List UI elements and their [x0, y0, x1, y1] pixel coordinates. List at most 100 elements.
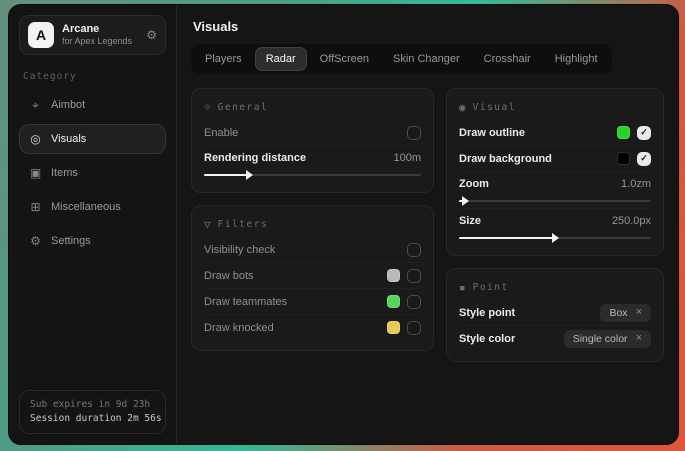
- desktop-background: A Arcane for Apex Legends ⚙ Category ⌖ A…: [0, 0, 685, 451]
- general-panel-header: ☼ General: [204, 95, 421, 120]
- tab-crosshair[interactable]: Crosshair: [473, 47, 542, 71]
- sidebar-item-aimbot[interactable]: ⌖ Aimbot: [19, 90, 166, 120]
- main-panel: Visuals Players Radar OffScreen Skin Cha…: [177, 5, 678, 444]
- visual-panel-header: ◉ Visual: [459, 95, 651, 120]
- sidebar-item-settings[interactable]: ⚙ Settings: [19, 226, 166, 256]
- size-label: Size: [459, 215, 481, 227]
- category-label: Category: [23, 71, 162, 82]
- draw-background-label: Draw background: [459, 153, 552, 165]
- tab-skin-changer[interactable]: Skin Changer: [382, 47, 471, 71]
- enable-row: Enable: [204, 120, 421, 145]
- sidebar: A Arcane for Apex Legends ⚙ Category ⌖ A…: [9, 5, 177, 444]
- style-color-select[interactable]: Single color ×: [564, 330, 651, 348]
- draw-teammates-color-swatch[interactable]: [387, 295, 400, 308]
- sidebar-nav: ⌖ Aimbot ◎ Visuals ▣ Items ⊞ Miscellaneo…: [19, 90, 166, 256]
- draw-outline-row: Draw outline: [459, 120, 651, 145]
- rendering-distance-slider[interactable]: [204, 174, 421, 176]
- main-header: Visuals: [177, 5, 678, 44]
- rendering-distance-control: Rendering distance 100m: [204, 145, 421, 182]
- draw-teammates-label: Draw teammates: [204, 296, 287, 308]
- enable-checkbox[interactable]: [407, 126, 421, 140]
- tab-highlight[interactable]: Highlight: [544, 47, 609, 71]
- radar-icon: ◎: [29, 132, 42, 146]
- session-duration-text: Session duration 2m 56s: [30, 412, 155, 426]
- visual-panel: ◉ Visual Draw outline Draw background: [446, 88, 664, 256]
- draw-bots-label: Draw bots: [204, 270, 254, 282]
- sun-icon: ☼: [204, 101, 211, 114]
- filters-panel-header: ▽ Filters: [204, 212, 421, 237]
- right-column: ◉ Visual Draw outline Draw background: [446, 88, 664, 362]
- content-grid: ☼ General Enable Rendering distance 100m: [177, 74, 678, 376]
- general-panel: ☼ General Enable Rendering distance 100m: [191, 88, 434, 193]
- tab-players[interactable]: Players: [194, 47, 253, 71]
- style-color-selected-value: Single color: [573, 333, 628, 345]
- zoom-label: Zoom: [459, 178, 489, 190]
- grid-icon: ⊞: [29, 200, 42, 214]
- visibility-check-label: Visibility check: [204, 244, 275, 256]
- draw-teammates-checkbox[interactable]: [407, 295, 421, 309]
- app-meta: Arcane for Apex Legends: [62, 23, 146, 47]
- dot-icon: ▪: [459, 281, 466, 294]
- draw-background-color-swatch[interactable]: [617, 152, 630, 165]
- draw-bots-color-swatch[interactable]: [387, 269, 400, 282]
- left-column: ☼ General Enable Rendering distance 100m: [191, 88, 434, 351]
- rendering-distance-value: 100m: [393, 152, 421, 164]
- style-point-selected-value: Box: [609, 307, 627, 319]
- zoom-control: Zoom 1.0zm: [459, 171, 651, 208]
- point-panel: ▪ Point Style point Box × Style color: [446, 268, 664, 362]
- eye-icon: ◉: [459, 101, 466, 114]
- slider-fill: [459, 200, 463, 202]
- filters-panel: ▽ Filters Visibility check Draw bots: [191, 205, 434, 351]
- box-icon: ▣: [29, 166, 42, 180]
- app-name: Arcane: [62, 23, 146, 36]
- sidebar-item-label: Aimbot: [51, 99, 85, 111]
- slider-fill: [459, 237, 553, 239]
- draw-outline-checkbox[interactable]: [637, 126, 651, 140]
- draw-teammates-row: Draw teammates: [204, 288, 421, 314]
- draw-outline-label: Draw outline: [459, 127, 525, 139]
- panel-title: Filters: [218, 219, 269, 230]
- enable-label: Enable: [204, 127, 238, 139]
- draw-knocked-color-swatch[interactable]: [387, 321, 400, 334]
- tab-radar[interactable]: Radar: [255, 47, 307, 71]
- size-slider[interactable]: [459, 237, 651, 239]
- panel-title: Point: [473, 282, 509, 293]
- sidebar-item-label: Miscellaneous: [51, 201, 121, 213]
- style-point-select[interactable]: Box ×: [600, 304, 651, 322]
- size-value: 250.0px: [612, 215, 651, 227]
- draw-knocked-row: Draw knocked: [204, 314, 421, 340]
- app-logo: A: [28, 22, 54, 48]
- visuals-tabbar: Players Radar OffScreen Skin Changer Cro…: [191, 44, 612, 74]
- crosshair-icon: ⌖: [29, 98, 42, 113]
- zoom-slider[interactable]: [459, 200, 651, 202]
- app-header-card: A Arcane for Apex Legends ⚙: [19, 15, 166, 55]
- style-point-row: Style point Box ×: [459, 300, 651, 325]
- sidebar-item-label: Visuals: [51, 133, 86, 145]
- draw-bots-checkbox[interactable]: [407, 269, 421, 283]
- sidebar-item-items[interactable]: ▣ Items: [19, 158, 166, 188]
- draw-knocked-checkbox[interactable]: [407, 321, 421, 335]
- visibility-check-checkbox[interactable]: [407, 243, 421, 257]
- point-panel-header: ▪ Point: [459, 275, 651, 300]
- funnel-icon: ▽: [204, 218, 211, 231]
- sub-expires-text: Sub expires in 9d 23h: [30, 398, 155, 412]
- draw-bots-row: Draw bots: [204, 262, 421, 288]
- sidebar-item-miscellaneous[interactable]: ⊞ Miscellaneous: [19, 192, 166, 222]
- rendering-distance-label: Rendering distance: [204, 152, 306, 164]
- close-icon[interactable]: ×: [636, 307, 642, 318]
- sidebar-item-visuals[interactable]: ◎ Visuals: [19, 124, 166, 154]
- sidebar-item-label: Items: [51, 167, 78, 179]
- subscription-info-card: Sub expires in 9d 23h Session duration 2…: [19, 390, 166, 434]
- zoom-value: 1.0zm: [621, 178, 651, 190]
- settings-gear-icon[interactable]: ⚙: [146, 28, 157, 42]
- visibility-check-row: Visibility check: [204, 237, 421, 262]
- slider-fill: [204, 174, 247, 176]
- draw-outline-color-swatch[interactable]: [617, 126, 630, 139]
- style-point-label: Style point: [459, 307, 515, 319]
- draw-background-checkbox[interactable]: [637, 152, 651, 166]
- arcane-window: A Arcane for Apex Legends ⚙ Category ⌖ A…: [8, 4, 679, 445]
- app-subtitle: for Apex Legends: [62, 36, 146, 47]
- close-icon[interactable]: ×: [636, 333, 642, 344]
- tab-offscreen[interactable]: OffScreen: [309, 47, 380, 71]
- panel-title: Visual: [473, 102, 516, 113]
